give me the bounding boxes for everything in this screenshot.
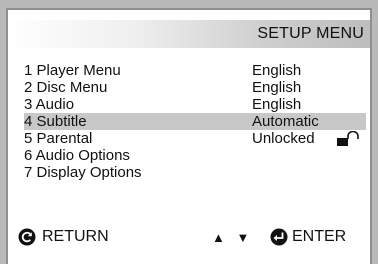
return-label: RETURN bbox=[42, 228, 109, 245]
setup-menu-panel: SETUP MENU 1 Player Menu English 2 Disc … bbox=[6, 8, 372, 264]
menu-item-label: 3 Audio bbox=[24, 96, 75, 113]
menu-item-subtitle[interactable]: 4 Subtitle Automatic bbox=[24, 113, 366, 130]
menu-item-value: English bbox=[252, 79, 302, 96]
enter-label: ENTER bbox=[292, 228, 347, 245]
menu-item-label: 4 Subtitle bbox=[24, 113, 87, 130]
menu-title: SETUP MENU bbox=[257, 25, 364, 42]
menu-item-label: 7 Display Options bbox=[24, 164, 142, 181]
menu-item-value: Unlocked bbox=[252, 130, 315, 147]
menu-item-display-options[interactable]: 7 Display Options bbox=[24, 164, 366, 181]
menu-item-disc-menu[interactable]: 2 Disc Menu English bbox=[24, 79, 366, 96]
menu-header-bar: SETUP MENU bbox=[8, 20, 370, 48]
menu-item-label: 5 Parental bbox=[24, 130, 93, 147]
menu-item-value: English bbox=[252, 96, 302, 113]
return-icon bbox=[18, 228, 36, 246]
menu-item-audio[interactable]: 3 Audio English bbox=[24, 96, 366, 113]
navigation-arrows-icon: ▲ ▼ bbox=[212, 230, 254, 245]
menu-footer: RETURN ▲ ▼ ENTER bbox=[8, 224, 370, 250]
unlocked-padlock-icon bbox=[337, 131, 359, 146]
menu-item-value: Automatic bbox=[252, 113, 319, 130]
menu-item-player-menu[interactable]: 1 Player Menu English bbox=[24, 62, 366, 79]
menu-item-label: 1 Player Menu bbox=[24, 62, 121, 79]
enter-icon bbox=[270, 228, 288, 246]
menu-item-label: 6 Audio Options bbox=[24, 147, 130, 164]
menu-item-value: English bbox=[252, 62, 302, 79]
menu-item-parental[interactable]: 5 Parental Unlocked bbox=[24, 130, 366, 147]
menu-item-label: 2 Disc Menu bbox=[24, 79, 108, 96]
menu-item-audio-options[interactable]: 6 Audio Options bbox=[24, 147, 366, 164]
